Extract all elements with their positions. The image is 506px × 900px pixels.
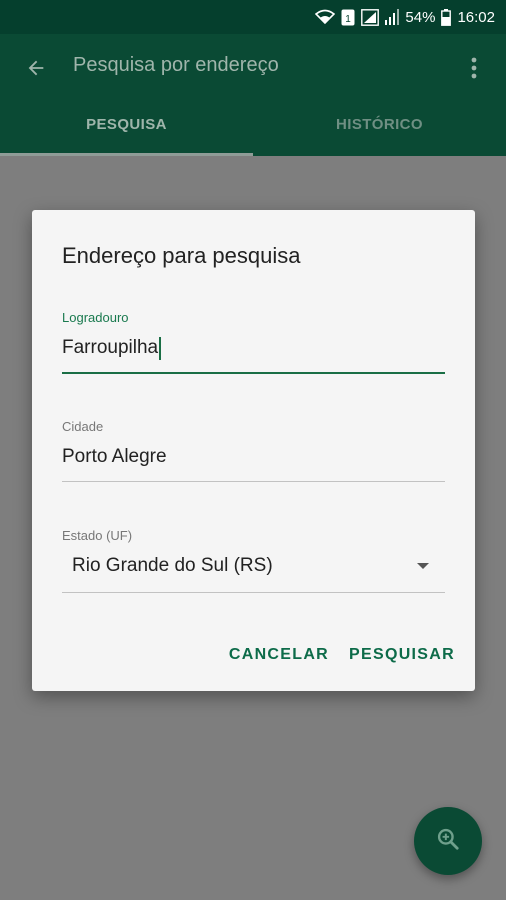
page-title: Pesquisa por endereço — [73, 54, 279, 76]
svg-text:1: 1 — [346, 14, 352, 25]
logradouro-underline — [62, 372, 445, 374]
battery-icon — [441, 8, 452, 26]
dialog-actions: CANCELAR PESQUISAR — [229, 646, 455, 664]
sim-badge-icon: 1 — [341, 9, 355, 26]
clock: 16:02 — [457, 8, 495, 26]
more-vert-icon[interactable] — [462, 52, 486, 84]
estado-select[interactable]: Rio Grande do Sul (RS) — [62, 552, 445, 580]
zoom-in-search-icon — [435, 826, 461, 857]
arrow-back-icon[interactable] — [18, 50, 54, 86]
dropdown-arrow-icon — [417, 563, 429, 569]
text-cursor — [159, 336, 162, 360]
cidade-field[interactable]: Cidade Porto Alegre — [62, 419, 445, 482]
logradouro-label: Logradouro — [62, 310, 129, 325]
cidade-underline — [62, 481, 445, 482]
signal-bars-icon — [385, 9, 400, 25]
tab-historico[interactable]: HISTÓRICO — [253, 116, 506, 156]
wifi-icon — [315, 9, 336, 25]
estado-field[interactable]: Estado (UF) Rio Grande do Sul (RS) — [62, 528, 445, 593]
logradouro-value: Farroupilha — [62, 337, 159, 358]
estado-label: Estado (UF) — [62, 528, 133, 543]
status-bar: 1 54% 16:02 — [0, 0, 506, 34]
logradouro-field[interactable]: Logradouro Farroupilha — [62, 310, 445, 374]
search-dialog: Endereço para pesquisa Logradouro Farrou… — [32, 210, 475, 691]
tab-pesquisa[interactable]: PESQUISA — [0, 116, 253, 156]
search-button[interactable]: PESQUISAR — [349, 646, 455, 664]
app-bar: Pesquisa por endereço PESQUISA HISTÓRICO — [0, 34, 506, 156]
logradouro-input[interactable]: Farroupilha — [62, 334, 445, 362]
cancel-button[interactable]: CANCELAR — [229, 646, 329, 664]
estado-value: Rio Grande do Sul (RS) — [72, 555, 273, 576]
cidade-input[interactable]: Porto Alegre — [62, 443, 445, 471]
estado-underline — [62, 592, 445, 593]
cidade-label: Cidade — [62, 419, 104, 434]
search-fab[interactable] — [414, 807, 482, 875]
dialog-title: Endereço para pesquisa — [62, 243, 301, 268]
battery-percent: 54% — [405, 8, 436, 26]
signal-box-icon — [361, 8, 380, 26]
